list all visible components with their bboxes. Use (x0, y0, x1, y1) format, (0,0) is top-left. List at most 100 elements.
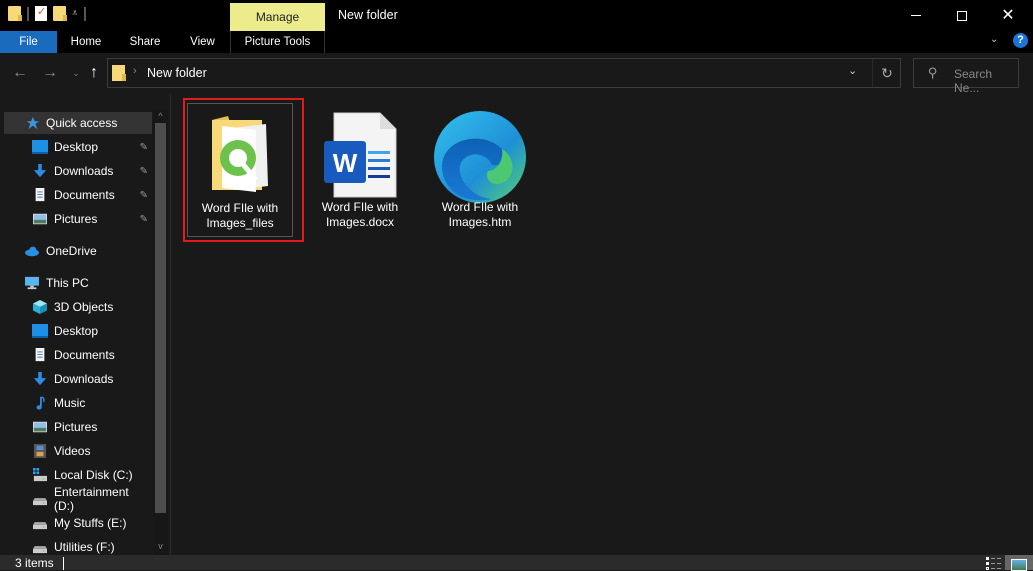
title-bar: ⩡ Manage New folder ✕ (0, 0, 1033, 31)
sidebar-item-label: This PC (46, 276, 89, 290)
large-icons-view-icon[interactable] (1005, 555, 1033, 571)
pin-icon[interactable]: ✎ (140, 166, 148, 177)
tab-view[interactable]: View (175, 31, 230, 53)
sidebar-item-3d-objects[interactable]: 3D Objects (4, 296, 152, 318)
minimize-button[interactable] (893, 0, 939, 31)
sidebar-item-downloads-pc[interactable]: Downloads (4, 368, 152, 390)
pin-icon[interactable]: ✎ (140, 190, 148, 201)
star-icon (26, 116, 39, 130)
pin-icon[interactable]: ✎ (140, 142, 148, 153)
sidebar-item-utilities-f[interactable]: Utilities (F:) (4, 536, 152, 555)
ribbon-tabs: File Home Share View Picture Tools (0, 31, 1033, 53)
drive-icon (33, 546, 47, 554)
file-name-line: Word FIle with (321, 200, 399, 214)
sidebar-item-videos[interactable]: Videos (4, 440, 152, 462)
sidebar-item-local-disk-c[interactable]: Local Disk (C:) (4, 464, 152, 486)
search-icon: ⚲ (928, 65, 938, 80)
file-name: Word FIle with Images.docx (307, 200, 413, 230)
pictures-icon (33, 213, 47, 225)
minimize-icon (911, 15, 921, 16)
sidebar-item-pictures-pc[interactable]: Pictures (4, 416, 152, 438)
sidebar-item-label: Music (54, 396, 86, 410)
manage-tab-group[interactable]: Manage (230, 3, 325, 31)
recent-locations-button[interactable]: ⌄ (66, 63, 86, 83)
documents-icon (35, 348, 45, 362)
help-icon[interactable]: ? (1013, 33, 1028, 48)
sidebar-item-this-pc[interactable]: This PC (4, 272, 152, 294)
tab-home[interactable]: Home (57, 31, 115, 53)
close-icon: ✕ (1001, 6, 1015, 24)
item-count: 3 items (15, 556, 54, 570)
system-drive-icon (33, 468, 47, 482)
cube-icon (33, 300, 47, 314)
sidebar-item-downloads[interactable]: Downloads ✎ (4, 160, 152, 182)
sidebar-item-documents-pc[interactable]: Documents (4, 344, 152, 366)
toolbar-separator (27, 6, 29, 21)
desktop-icon (32, 324, 48, 338)
file-item-htm[interactable]: Word FIle with Images.htm (427, 103, 533, 237)
sidebar-item-quick-access[interactable]: Quick access (4, 112, 152, 134)
pin-icon[interactable]: ✎ (140, 214, 148, 225)
scroll-up-icon[interactable]: ^ (153, 110, 168, 122)
quick-access-toolbar: ⩡ (8, 5, 86, 21)
tab-picture-tools[interactable]: Picture Tools (230, 31, 325, 53)
documents-icon (35, 188, 45, 202)
breadcrumb-new-folder[interactable]: New folder (147, 66, 207, 80)
sidebar-item-label: Documents (54, 188, 115, 202)
sidebar-item-entertainment-d[interactable]: Entertainment (D:) (4, 485, 152, 513)
search-input[interactable]: ⚲ Search Ne... (913, 58, 1019, 95)
new-folder-icon[interactable] (53, 6, 67, 21)
file-name-line: Images.htm (448, 215, 512, 229)
svg-text:W: W (333, 148, 358, 178)
scroll-thumb[interactable] (155, 123, 166, 513)
breadcrumb-chevron-icon[interactable]: › (133, 65, 137, 77)
sidebar-item-onedrive[interactable]: OneDrive (4, 240, 152, 262)
download-icon (33, 372, 47, 386)
sidebar-item-label: Quick access (46, 116, 118, 130)
drive-icon (33, 498, 47, 506)
pictures-icon (33, 421, 47, 433)
sidebar-item-label: Entertainment (D:) (54, 485, 129, 513)
tab-file[interactable]: File (0, 31, 57, 53)
scroll-down-icon[interactable]: v (153, 540, 168, 552)
address-dropdown-icon[interactable]: ⌄ (848, 64, 857, 77)
forward-button[interactable]: → (40, 63, 60, 83)
sidebar-item-desktop[interactable]: Desktop ✎ (4, 136, 152, 158)
cloud-icon (25, 246, 39, 257)
customize-toolbar-icon[interactable]: ⩡ (72, 8, 78, 19)
navigation-pane: Quick access Desktop ✎ Downloads ✎ Docum… (0, 110, 153, 555)
sidebar-item-my-stuffs-e[interactable]: My Stuffs (E:) (4, 512, 152, 534)
details-view-icon[interactable] (986, 557, 1002, 570)
navigation-pane-scrollbar[interactable]: ^ v (153, 110, 168, 555)
up-button[interactable]: ↑ (84, 63, 104, 83)
file-name-line: Word FIle with (441, 200, 519, 214)
computer-icon (25, 276, 39, 290)
download-icon (33, 164, 47, 178)
address-bar[interactable]: › New folder ⌄ ↻ (107, 58, 901, 88)
sidebar-item-label: Pictures (54, 420, 98, 434)
sidebar-item-label: Pictures (54, 212, 98, 226)
refresh-button[interactable]: ↻ (872, 59, 901, 87)
maximize-button[interactable] (939, 0, 985, 31)
folder-icon[interactable] (8, 6, 22, 21)
file-item-docx[interactable]: W Word FIle with Images.docx (307, 103, 413, 237)
sidebar-item-label: Documents (54, 348, 115, 362)
word-document-icon: W (324, 112, 397, 198)
sidebar-item-label: 3D Objects (54, 300, 114, 314)
highlight-annotation (183, 98, 304, 242)
status-separator (63, 557, 64, 570)
maximize-icon (957, 10, 967, 21)
expand-ribbon-icon[interactable]: ⌄ (990, 34, 998, 45)
file-name: Word FIle with Images.htm (427, 200, 533, 230)
sidebar-item-label: Videos (54, 444, 91, 458)
sidebar-item-desktop-pc[interactable]: Desktop (4, 320, 152, 342)
navigation-bar: ← → ⌄ ↑ › New folder ⌄ ↻ ⚲ Search Ne... (0, 53, 1033, 95)
sidebar-item-pictures[interactable]: Pictures ✎ (4, 208, 152, 230)
sidebar-item-documents[interactable]: Documents ✎ (4, 184, 152, 206)
sidebar-item-music[interactable]: Music (4, 392, 152, 414)
tab-share[interactable]: Share (115, 31, 175, 53)
close-button[interactable]: ✕ (985, 0, 1031, 31)
edge-browser-icon (434, 111, 526, 203)
properties-icon[interactable] (35, 5, 47, 21)
back-button[interactable]: ← (10, 63, 30, 83)
